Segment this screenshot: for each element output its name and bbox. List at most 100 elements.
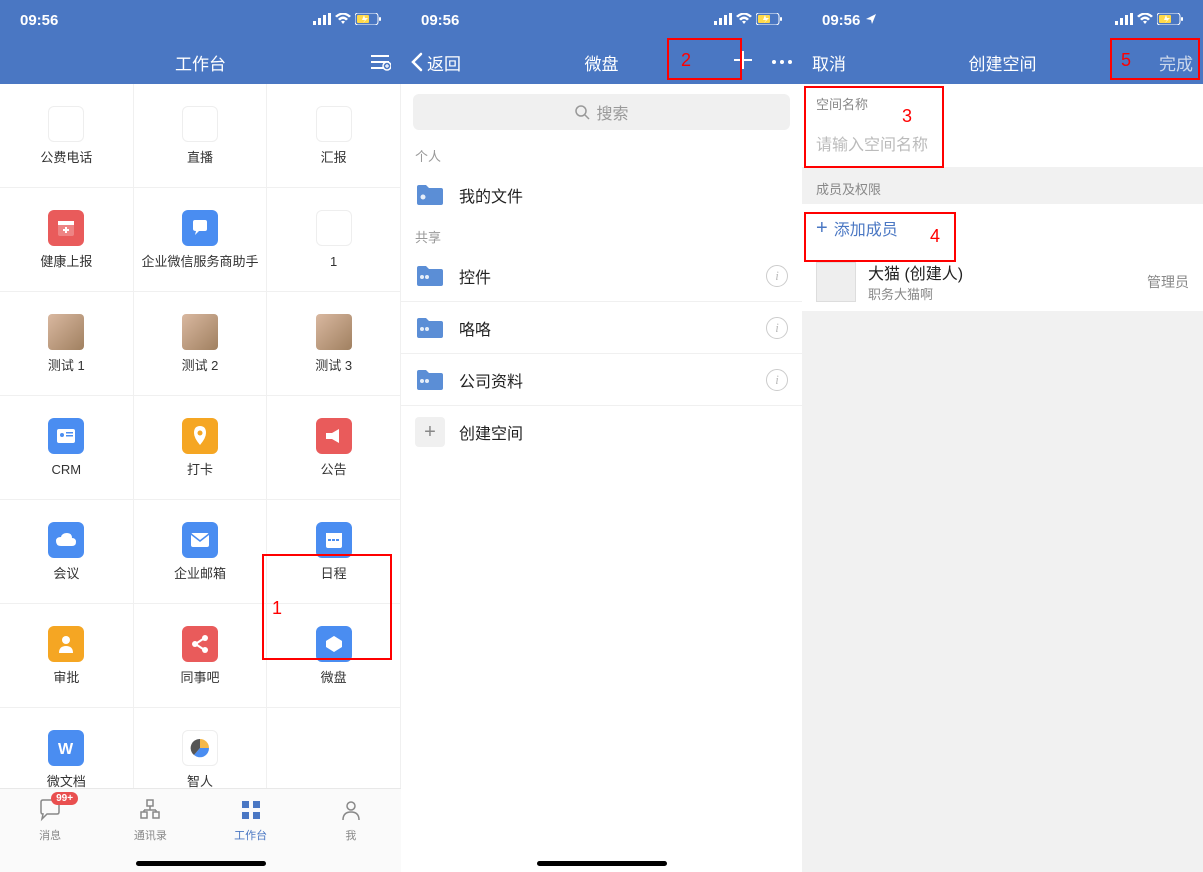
folder-icon xyxy=(415,183,445,207)
done-button[interactable]: 完成 xyxy=(1159,50,1193,75)
page-title: 创建空间 xyxy=(802,50,1203,75)
tab-label: 我 xyxy=(345,827,356,843)
app-icon xyxy=(182,626,218,662)
info-icon[interactable]: i xyxy=(766,317,788,339)
app-label: 测试 3 xyxy=(315,358,352,374)
annotation-label-2: 2 xyxy=(681,50,691,71)
avatar xyxy=(816,262,856,302)
space-name-header: 空间名称 xyxy=(802,84,1203,119)
page-title: 工作台 xyxy=(0,50,401,75)
member-row[interactable]: 大猫 (创建人) 职务大猫啊 管理员 xyxy=(802,252,1203,311)
status-indicators xyxy=(1115,12,1183,29)
app-icon xyxy=(48,626,84,662)
app-1[interactable]: 1 xyxy=(267,188,401,292)
tab-icon: 99+ xyxy=(37,798,63,825)
app-icon xyxy=(48,210,84,246)
app-label: 审批 xyxy=(53,670,79,686)
app-智人[interactable]: 智人 xyxy=(134,708,268,788)
app-审批[interactable]: 审批 xyxy=(0,604,134,708)
app-微盘[interactable]: 微盘 xyxy=(267,604,401,708)
app-公费电话[interactable]: 公费电话 xyxy=(0,84,134,188)
annotation-label-4: 4 xyxy=(930,226,940,247)
status-bar: 09:56 xyxy=(802,0,1203,40)
app-label: 企业微信服务商助手 xyxy=(141,254,258,270)
app-icon xyxy=(48,418,84,454)
home-indicator xyxy=(537,861,667,866)
app-label: 同事吧 xyxy=(180,670,219,686)
app-label: 汇报 xyxy=(321,150,347,166)
my-files-row[interactable]: 我的文件 xyxy=(401,169,802,221)
info-icon[interactable]: i xyxy=(766,265,788,287)
app-label: 会议 xyxy=(53,566,79,582)
battery-icon xyxy=(1157,12,1183,29)
app-直播[interactable]: 直播 xyxy=(134,84,268,188)
app-label: 测试 2 xyxy=(182,358,219,374)
nav-bar: 工作台 xyxy=(0,40,401,84)
app-汇报[interactable]: 汇报 xyxy=(267,84,401,188)
app-测试 1[interactable]: 测试 1 xyxy=(0,292,134,396)
plus-icon: + xyxy=(816,217,828,240)
shared-folder-row[interactable]: 控件i xyxy=(401,250,802,302)
app-测试 2[interactable]: 测试 2 xyxy=(134,292,268,396)
app-icon xyxy=(182,314,218,350)
app-日程[interactable]: 日程 xyxy=(267,500,401,604)
add-member-label: 添加成员 xyxy=(834,216,898,240)
badge: 99+ xyxy=(51,792,78,805)
wifi-icon xyxy=(736,12,752,29)
app-label: 测试 1 xyxy=(48,358,85,374)
app-icon xyxy=(48,314,84,350)
app-企业邮箱[interactable]: 企业邮箱 xyxy=(134,500,268,604)
tab-消息[interactable]: 99+消息 xyxy=(0,789,100,852)
search-input[interactable]: 搜索 xyxy=(413,94,790,130)
add-button[interactable] xyxy=(732,49,754,76)
info-icon[interactable]: i xyxy=(766,369,788,391)
plus-icon: + xyxy=(415,417,445,447)
folder-shared-icon xyxy=(415,368,445,392)
wifi-icon xyxy=(335,12,351,29)
app-微文档[interactable]: W微文档 xyxy=(0,708,134,788)
app-公告[interactable]: 公告 xyxy=(267,396,401,500)
status-bar: 09:56 xyxy=(401,0,802,40)
app-label: 微盘 xyxy=(321,670,347,686)
tab-icon xyxy=(339,798,363,825)
app-测试 3[interactable]: 测试 3 xyxy=(267,292,401,396)
app-会议[interactable]: 会议 xyxy=(0,500,134,604)
status-indicators xyxy=(714,12,782,29)
tab-通讯录[interactable]: 通讯录 xyxy=(100,789,200,852)
location-icon xyxy=(865,16,877,28)
app-同事吧[interactable]: 同事吧 xyxy=(134,604,268,708)
create-space-row[interactable]: + 创建空间 xyxy=(401,406,802,458)
app-label: CRM xyxy=(52,462,82,478)
app-label: 智人 xyxy=(187,774,213,788)
tab-我[interactable]: 我 xyxy=(301,789,401,852)
signal-icon xyxy=(313,12,331,29)
tab-工作台[interactable]: 工作台 xyxy=(201,789,301,852)
nav-settings-button[interactable] xyxy=(369,53,391,71)
app-企业微信服务商助手[interactable]: 企业微信服务商助手 xyxy=(134,188,268,292)
space-name-input[interactable]: 请输入空间名称 xyxy=(802,119,1203,167)
app-icon xyxy=(182,106,218,142)
shared-folder-row[interactable]: 咯咯 i xyxy=(401,302,802,354)
search-placeholder: 搜索 xyxy=(596,100,628,124)
app-打卡[interactable]: 打卡 xyxy=(134,396,268,500)
annotation-label-5: 5 xyxy=(1121,50,1131,71)
app-label: 企业邮箱 xyxy=(174,566,226,582)
add-member-button[interactable]: + 添加成员 xyxy=(802,204,1203,252)
app-健康上报[interactable]: 健康上报 xyxy=(0,188,134,292)
folder-label: 咯咯 xyxy=(459,316,752,340)
app-label: 打卡 xyxy=(187,462,213,478)
app-CRM[interactable]: CRM xyxy=(0,396,134,500)
signal-icon xyxy=(714,12,732,29)
more-button[interactable] xyxy=(772,60,792,64)
tab-bar: 99+消息通讯录工作台我 xyxy=(0,788,401,872)
shared-folder-row[interactable]: 公司资料i xyxy=(401,354,802,406)
app-label: 健康上报 xyxy=(40,254,92,270)
annotation-label-1: 1 xyxy=(272,598,282,619)
app-label: 微文档 xyxy=(47,774,86,788)
wifi-icon xyxy=(1137,12,1153,29)
app-icon xyxy=(182,210,218,246)
app-icon xyxy=(316,626,352,662)
section-personal: 个人 xyxy=(401,140,802,169)
app-icon xyxy=(316,314,352,350)
app-label: 公告 xyxy=(321,462,347,478)
